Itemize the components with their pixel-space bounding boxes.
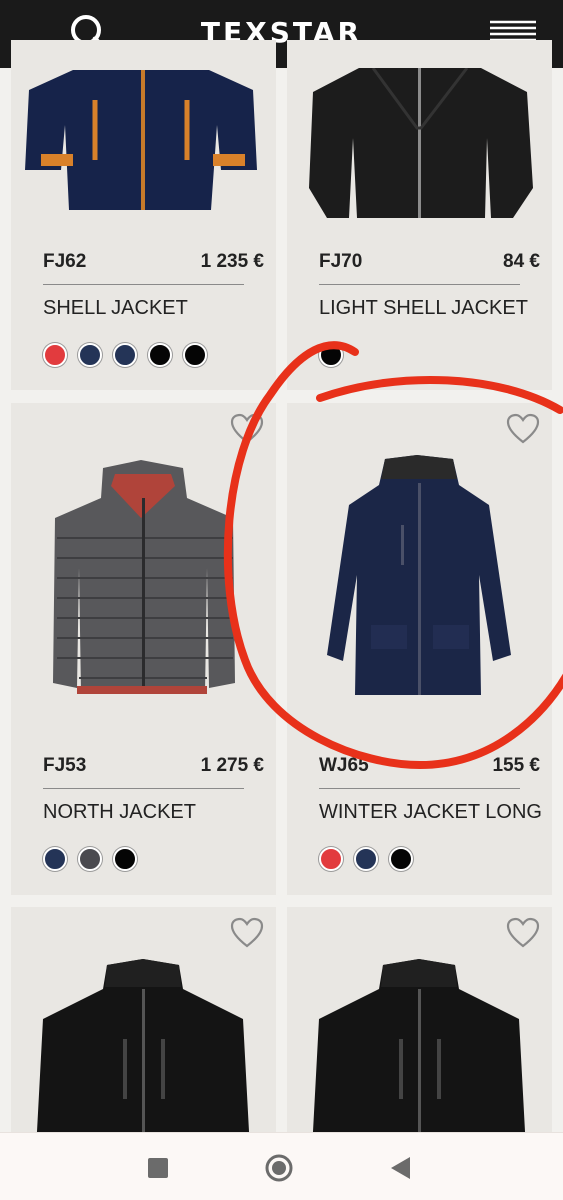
product-card-fj53[interactable]: FJ53 1 275 € NORTH JACKET [11,403,276,895]
color-swatch[interactable] [148,343,172,367]
divider [43,284,244,285]
product-name: SHELL JACKET [43,297,188,319]
product-card-6[interactable] [287,907,552,1167]
color-swatches [319,847,413,871]
product-image [25,70,257,210]
color-swatch[interactable] [43,343,67,367]
product-card-5[interactable] [11,907,276,1167]
color-swatches [319,343,343,367]
color-swatches [43,847,137,871]
color-swatch[interactable] [389,847,413,871]
product-name: NORTH JACKET [43,801,196,823]
product-code: FJ53 [43,755,87,776]
product-code: WJ65 [319,755,369,776]
heart-icon[interactable] [230,413,264,445]
product-price: 1 275 € [200,755,264,776]
home-circle-icon[interactable] [264,1153,294,1183]
product-card-fj70[interactable]: FJ70 84 € LIGHT SHELL JACKET [287,40,552,390]
product-image [309,68,533,218]
color-swatches [43,343,207,367]
divider [43,788,244,789]
product-card-fj62[interactable]: FJ62 1 235 € SHELL JACKET [11,40,276,390]
heart-icon[interactable] [230,917,264,949]
divider [319,284,520,285]
color-swatch[interactable] [183,343,207,367]
heart-icon[interactable] [506,413,540,445]
product-name: WINTER JACKET LONG [319,801,542,823]
heart-icon[interactable] [506,917,540,949]
product-price: 1 235 € [200,251,264,272]
product-code: FJ62 [43,251,87,272]
divider [319,788,520,789]
color-swatch[interactable] [354,847,378,871]
product-code: FJ70 [319,251,363,272]
product-card-wj65[interactable]: WJ65 155 € WINTER JACKET LONG [287,403,552,895]
color-swatch[interactable] [319,343,343,367]
product-image [327,455,511,695]
product-price: 84 € [503,251,540,272]
color-swatch[interactable] [78,343,102,367]
product-image [53,460,235,694]
color-swatch[interactable] [78,847,102,871]
color-swatch[interactable] [113,847,137,871]
product-name: LIGHT SHELL JACKET [319,297,528,319]
product-price: 155 € [492,755,540,776]
color-swatch[interactable] [319,847,343,871]
recents-square-icon[interactable] [143,1153,173,1183]
color-swatch[interactable] [113,343,137,367]
color-swatch[interactable] [43,847,67,871]
system-nav-bar [0,1132,563,1200]
back-triangle-icon[interactable] [386,1153,416,1183]
